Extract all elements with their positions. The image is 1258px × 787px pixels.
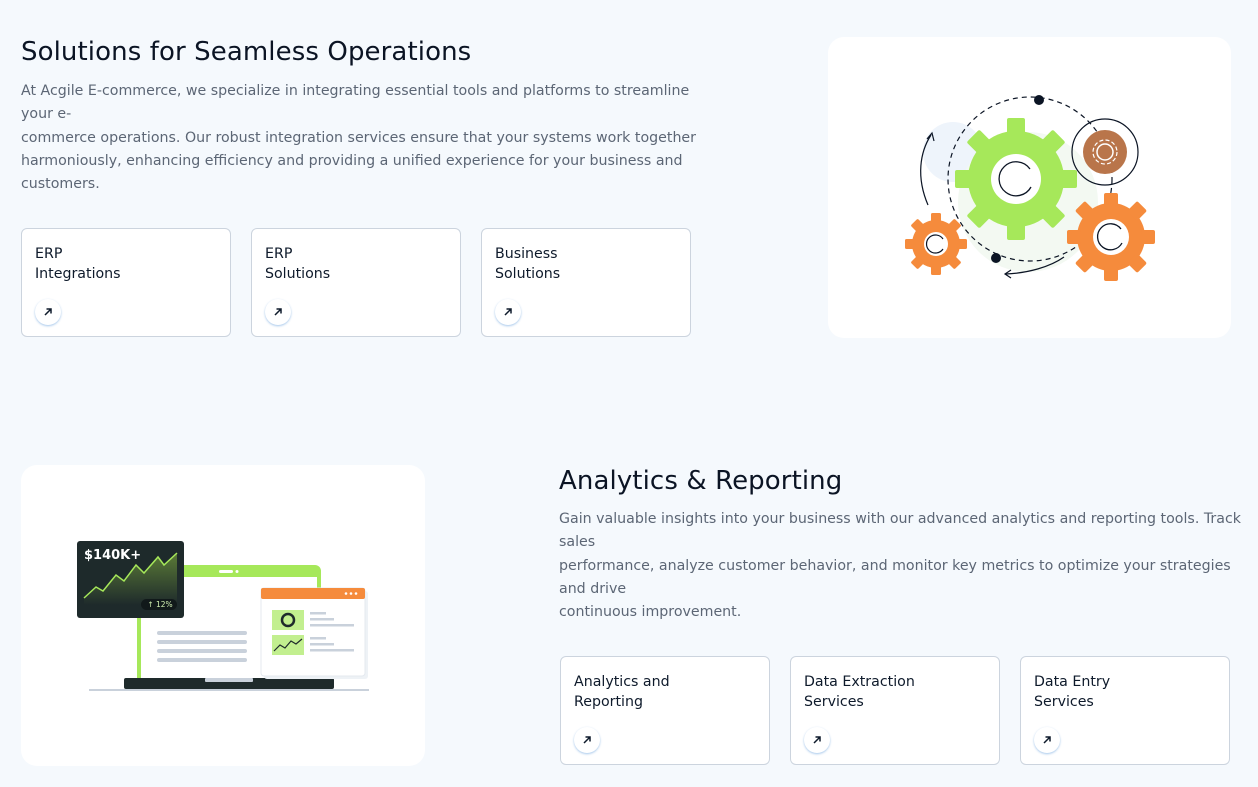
card-erp-integrations[interactable]: ERP Integrations — [21, 228, 231, 337]
card-analytics-and-reporting[interactable]: Analytics and Reporting — [560, 656, 770, 765]
stat-value: $140K+ — [84, 548, 142, 563]
arrow-up-right-icon[interactable] — [574, 727, 600, 753]
arrow-up-right-icon[interactable] — [265, 299, 291, 325]
section-analytics-reporting: $140K+ ↑ 12% Analytics & Reporting Gain … — [0, 450, 1258, 787]
card-label: Data Extraction Services — [804, 674, 915, 710]
arrow-up-right-icon[interactable] — [1034, 727, 1060, 753]
card-erp-solutions[interactable]: ERP Solutions — [251, 228, 461, 337]
card-data-entry-services[interactable]: Data Entry Services — [1020, 656, 1230, 765]
card-data-extraction-services[interactable]: Data Extraction Services — [790, 656, 1000, 765]
arrow-up-right-icon[interactable] — [804, 727, 830, 753]
card-label: Data Entry Services — [1034, 674, 1111, 710]
stat-change-badge: ↑ 12% — [147, 600, 173, 609]
card-label: Analytics and Reporting — [574, 674, 670, 710]
section-description: Gain valuable insights into your busines… — [559, 511, 1241, 621]
arrow-up-right-icon[interactable] — [495, 299, 521, 325]
card-label: Business Solutions — [495, 246, 561, 282]
card-business-solutions[interactable]: Business Solutions — [481, 228, 691, 337]
analytics-illustration: $140K+ ↑ 12% — [21, 465, 425, 766]
card-label: ERP Integrations — [35, 246, 121, 282]
section-title: Solutions for Seamless Operations — [21, 37, 472, 67]
gears-illustration — [828, 37, 1231, 338]
arrow-up-right-icon[interactable] — [35, 299, 61, 325]
section-seamless-operations: Solutions for Seamless Operations At Acg… — [0, 0, 1258, 360]
gears-graphic — [905, 95, 1155, 281]
section-description: At Acgile E-commerce, we specialize in i… — [21, 83, 696, 193]
section-title: Analytics & Reporting — [559, 466, 843, 496]
laptop-dashboard-graphic — [77, 541, 369, 691]
card-label: ERP Solutions — [265, 246, 331, 282]
